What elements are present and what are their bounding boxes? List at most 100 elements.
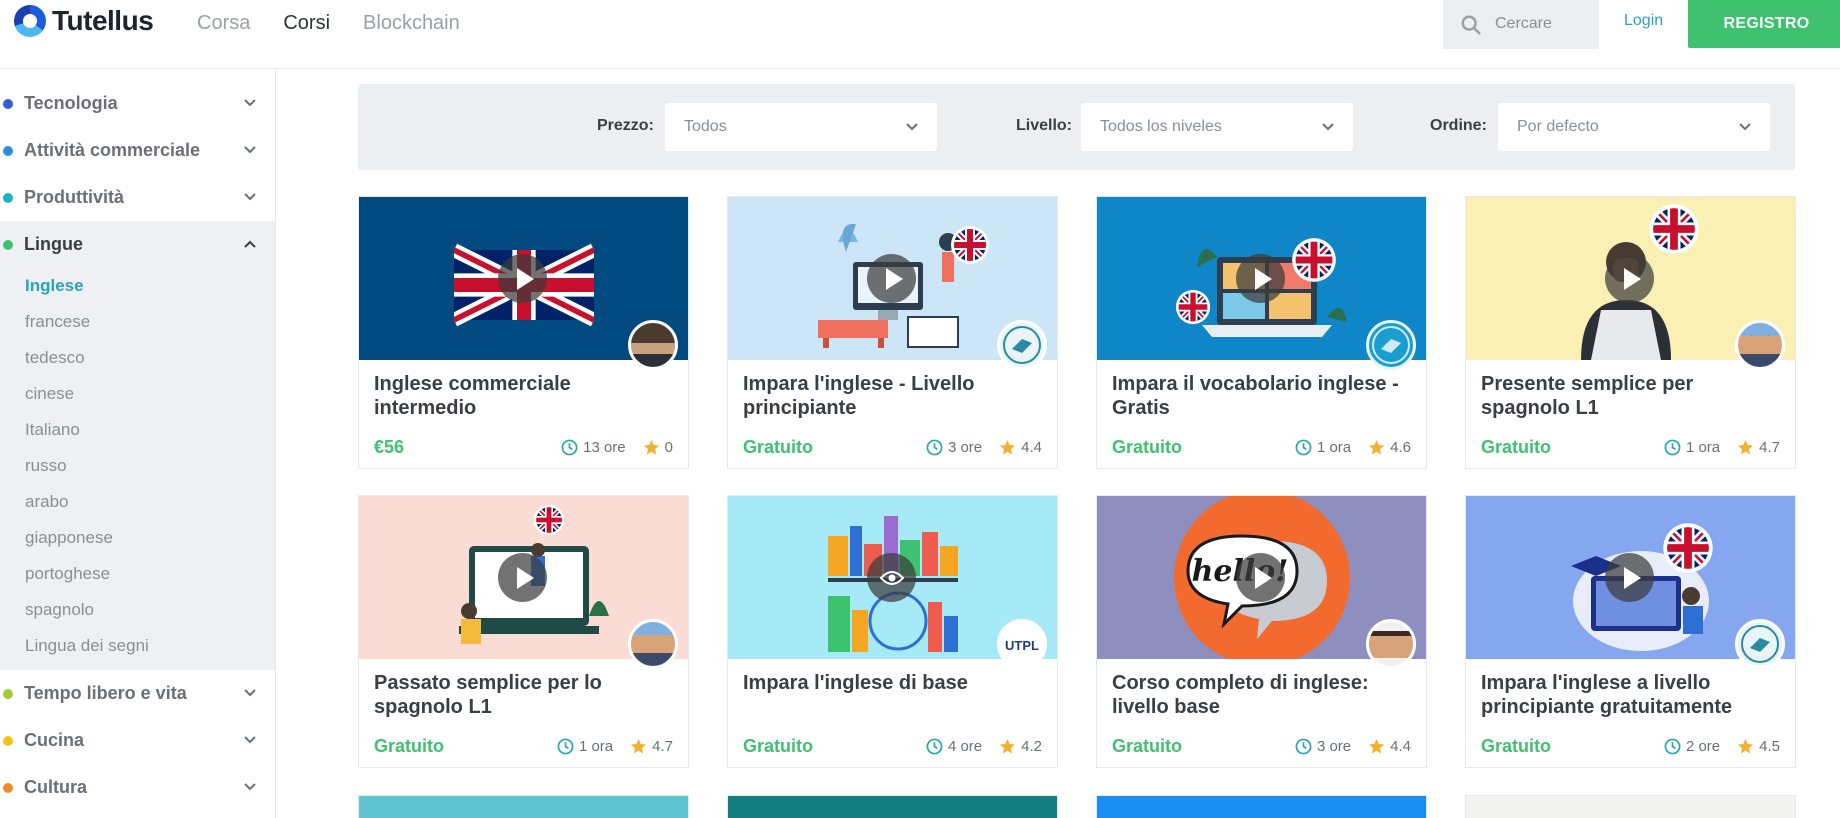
course-rating: 4.5 xyxy=(1759,738,1780,755)
category-cultura[interactable]: Cultura xyxy=(0,764,275,811)
category-label: Tecnologia xyxy=(24,93,118,113)
course-duration: 1 ora xyxy=(578,738,614,755)
subcategory-russo[interactable]: russo xyxy=(0,448,275,484)
category-label: Attività commerciale xyxy=(24,140,201,160)
logo[interactable]: Tutellus xyxy=(14,4,154,38)
course-title[interactable]: Corso completo di inglese: livello base xyxy=(1112,671,1412,719)
play-button-icon[interactable] xyxy=(1236,553,1285,602)
course-duration: 2 ore xyxy=(1685,738,1721,755)
play-button-icon[interactable] xyxy=(1236,254,1285,303)
uk-flag-badge-icon xyxy=(533,504,565,536)
register-button[interactable]: REGISTRO xyxy=(1688,0,1840,48)
clock-icon xyxy=(1664,738,1681,755)
subcategory-list: Inglese francese tedesco cinese Italiano… xyxy=(0,268,275,670)
course-card-partial[interactable] xyxy=(1096,795,1427,818)
price-filter-value: Todos xyxy=(684,118,727,135)
instructor-avatar xyxy=(628,320,678,370)
brand-logo-icon xyxy=(1003,326,1041,364)
category-label: Tempo libero e vita xyxy=(24,683,187,703)
course-duration: 1 ora xyxy=(1685,439,1721,456)
subcategory-lingua-dei-segni[interactable]: Lingua dei segni xyxy=(0,628,275,664)
category-tecnologia[interactable]: Tecnologia xyxy=(0,80,275,127)
course-title[interactable]: Impara l'inglese di base xyxy=(743,671,1043,695)
logo-text: Tutellus xyxy=(52,5,154,36)
course-title[interactable]: Presente semplice per spagnolo L1 xyxy=(1481,372,1781,420)
course-price: Gratuito xyxy=(1112,437,1182,457)
course-card[interactable]: Impara l'inglese - Livello principiante … xyxy=(727,196,1058,469)
star-icon xyxy=(1369,738,1385,754)
course-title[interactable]: Inglese commerciale intermedio xyxy=(374,372,674,420)
category-cucina[interactable]: Cucina xyxy=(0,717,275,764)
course-card[interactable]: Impara il vocabolario inglese - Gratis G… xyxy=(1096,196,1427,469)
play-button-icon[interactable] xyxy=(867,254,916,303)
brand-logo-icon xyxy=(1741,625,1779,663)
nav-item-corsa[interactable]: Corsa xyxy=(197,12,250,35)
category-attivita-commerciale[interactable]: Attività commerciale xyxy=(0,127,275,174)
category-lingue[interactable]: Lingue xyxy=(0,221,275,268)
order-filter-select[interactable]: Por defecto xyxy=(1498,103,1770,151)
subcategory-inglese[interactable]: Inglese xyxy=(0,268,275,304)
course-title[interactable]: Impara l'inglese - Livello principiante xyxy=(743,372,1043,420)
subcategory-giapponese[interactable]: giapponese xyxy=(0,520,275,556)
search-input[interactable] xyxy=(1495,12,1590,36)
subcategory-francese[interactable]: francese xyxy=(0,304,275,340)
login-link[interactable]: Login xyxy=(1624,12,1663,30)
category-tempo-libero-e-vita[interactable]: Tempo libero e vita xyxy=(0,670,275,717)
course-card[interactable]: Impara l'inglese a livello principiante … xyxy=(1465,495,1796,768)
clock-icon xyxy=(1295,738,1312,755)
course-card[interactable]: UTPL Impara l'inglese di base Gratuito 4… xyxy=(727,495,1058,768)
order-filter-value: Por defecto xyxy=(1517,118,1599,135)
subcategory-portoghese[interactable]: portoghese xyxy=(0,556,275,592)
course-duration: 3 ore xyxy=(1316,738,1352,755)
course-card-partial[interactable] xyxy=(358,795,689,818)
clock-icon xyxy=(561,439,578,456)
chevron-down-icon xyxy=(244,689,256,697)
course-rating: 4.4 xyxy=(1390,738,1411,755)
course-title[interactable]: Impara il vocabolario inglese - Gratis xyxy=(1112,372,1412,420)
chevron-down-icon xyxy=(244,783,256,791)
subcategory-cinese[interactable]: cinese xyxy=(0,376,275,412)
clock-icon xyxy=(557,738,574,755)
course-rating: 4.6 xyxy=(1390,439,1411,456)
category-dot xyxy=(3,145,13,156)
course-card[interactable]: Inglese commerciale intermedio €56 13 or… xyxy=(358,196,689,469)
subcategory-italiano[interactable]: Italiano xyxy=(0,412,275,448)
subcategory-arabo[interactable]: arabo xyxy=(0,484,275,520)
nav-item-blockchain[interactable]: Blockchain xyxy=(363,12,460,35)
course-price: Gratuito xyxy=(1481,437,1551,457)
chevron-down-icon xyxy=(244,99,256,107)
play-button-icon[interactable] xyxy=(1605,254,1654,303)
course-meta: 1 ora 4.7 xyxy=(557,738,673,755)
course-card-partial[interactable] xyxy=(727,795,1058,818)
course-card[interactable]: hello! Corso completo di inglese: livell… xyxy=(1096,495,1427,768)
category-label: Lingue xyxy=(24,234,83,254)
logo-mark-icon xyxy=(14,5,46,37)
play-button-icon[interactable] xyxy=(1605,553,1654,602)
course-card-partial[interactable] xyxy=(1465,795,1796,818)
course-card[interactable]: Presente semplice per spagnolo L1 Gratui… xyxy=(1465,196,1796,469)
category-produttivita[interactable]: Produttività xyxy=(0,174,275,221)
play-button-icon[interactable] xyxy=(498,553,547,602)
instructor-avatar xyxy=(1366,320,1416,370)
subcategory-spagnolo[interactable]: spagnolo xyxy=(0,592,275,628)
brand-logo-icon xyxy=(1372,326,1410,364)
nav-item-corsi[interactable]: Corsi xyxy=(283,12,330,35)
preview-eye-icon[interactable] xyxy=(867,553,916,602)
play-button-icon[interactable] xyxy=(498,254,547,303)
course-duration: 3 ore xyxy=(947,439,983,456)
category-sidebar: Tecnologia Attività commerciale Produtti… xyxy=(0,69,276,818)
search-box[interactable] xyxy=(1443,0,1599,49)
subcategory-tedesco[interactable]: tedesco xyxy=(0,340,275,376)
category-label: Cultura xyxy=(24,777,87,797)
instructor-avatar xyxy=(1366,619,1416,669)
chevron-down-icon xyxy=(244,736,256,744)
course-card[interactable]: Passato semplice per lo spagnolo L1 Grat… xyxy=(358,495,689,768)
price-filter-select[interactable]: Todos xyxy=(665,103,937,151)
course-title[interactable]: Impara l'inglese a livello principiante … xyxy=(1481,671,1781,719)
category-dot xyxy=(3,688,13,699)
level-filter-select[interactable]: Todos los niveles xyxy=(1081,103,1353,151)
uk-flag-badge-icon xyxy=(1663,523,1713,573)
course-duration: 1 ora xyxy=(1316,439,1352,456)
course-title[interactable]: Passato semplice per lo spagnolo L1 xyxy=(374,671,674,719)
star-icon xyxy=(643,439,659,455)
